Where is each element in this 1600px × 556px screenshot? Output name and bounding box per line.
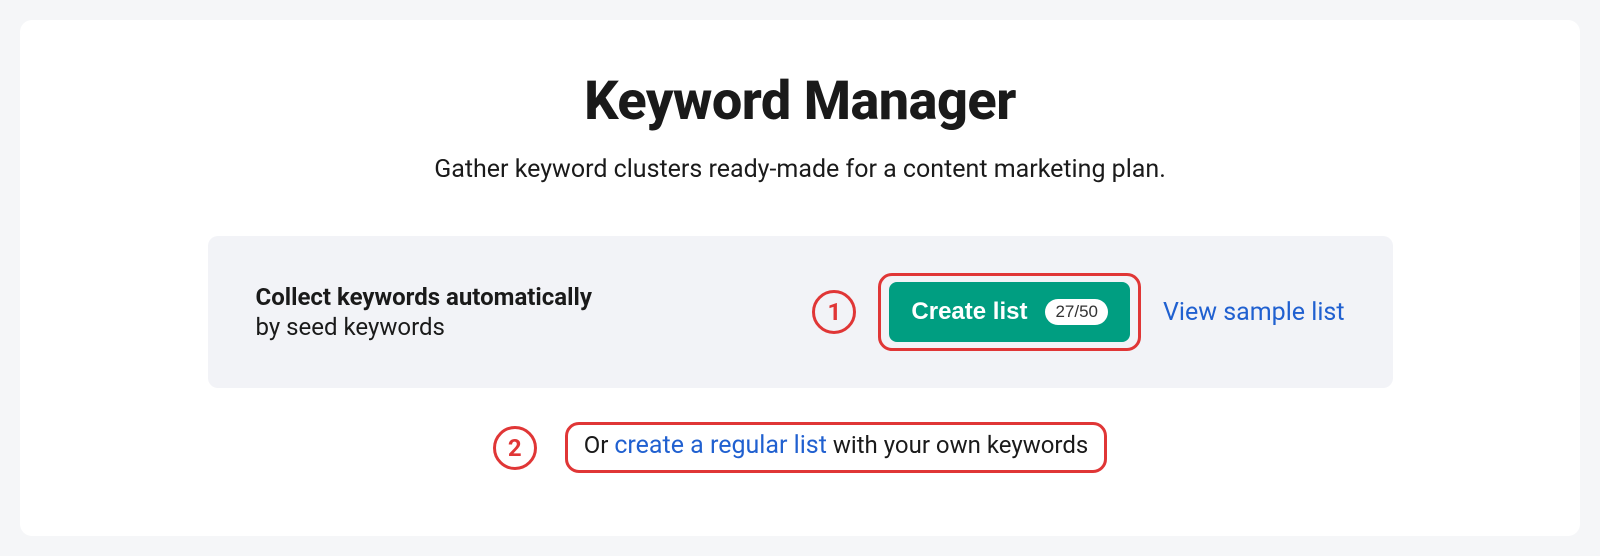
page-title: Keyword Manager [584, 70, 1016, 133]
panel-text-group: Collect keywords automatically by seed k… [256, 283, 592, 341]
panel-heading: Collect keywords automatically [256, 283, 592, 311]
footer-suffix: with your own keywords [827, 431, 1088, 459]
create-list-button-label: Create list [911, 298, 1027, 326]
footer-prefix: Or [584, 431, 615, 459]
create-list-count-badge: 27/50 [1045, 299, 1108, 325]
view-sample-list-link[interactable]: View sample list [1163, 298, 1344, 327]
main-card: Keyword Manager Gather keyword clusters … [20, 20, 1580, 536]
panel-subheading: by seed keywords [256, 313, 592, 341]
annotation-highlight-1: Create list 27/50 [878, 273, 1141, 351]
annotation-marker-2: 2 [493, 426, 537, 470]
annotation-marker-1: 1 [812, 290, 856, 334]
create-regular-list-link[interactable]: create a regular list [614, 431, 827, 460]
page-subtitle: Gather keyword clusters ready-made for a… [434, 155, 1166, 184]
panel-actions: 1 Create list 27/50 View sample list [812, 273, 1344, 351]
auto-collect-panel: Collect keywords automatically by seed k… [208, 236, 1393, 388]
create-list-button[interactable]: Create list 27/50 [889, 282, 1130, 342]
footer-row: 2 Or create a regular list with your own… [493, 422, 1108, 473]
annotation-highlight-2: Or create a regular list with your own k… [565, 422, 1108, 473]
